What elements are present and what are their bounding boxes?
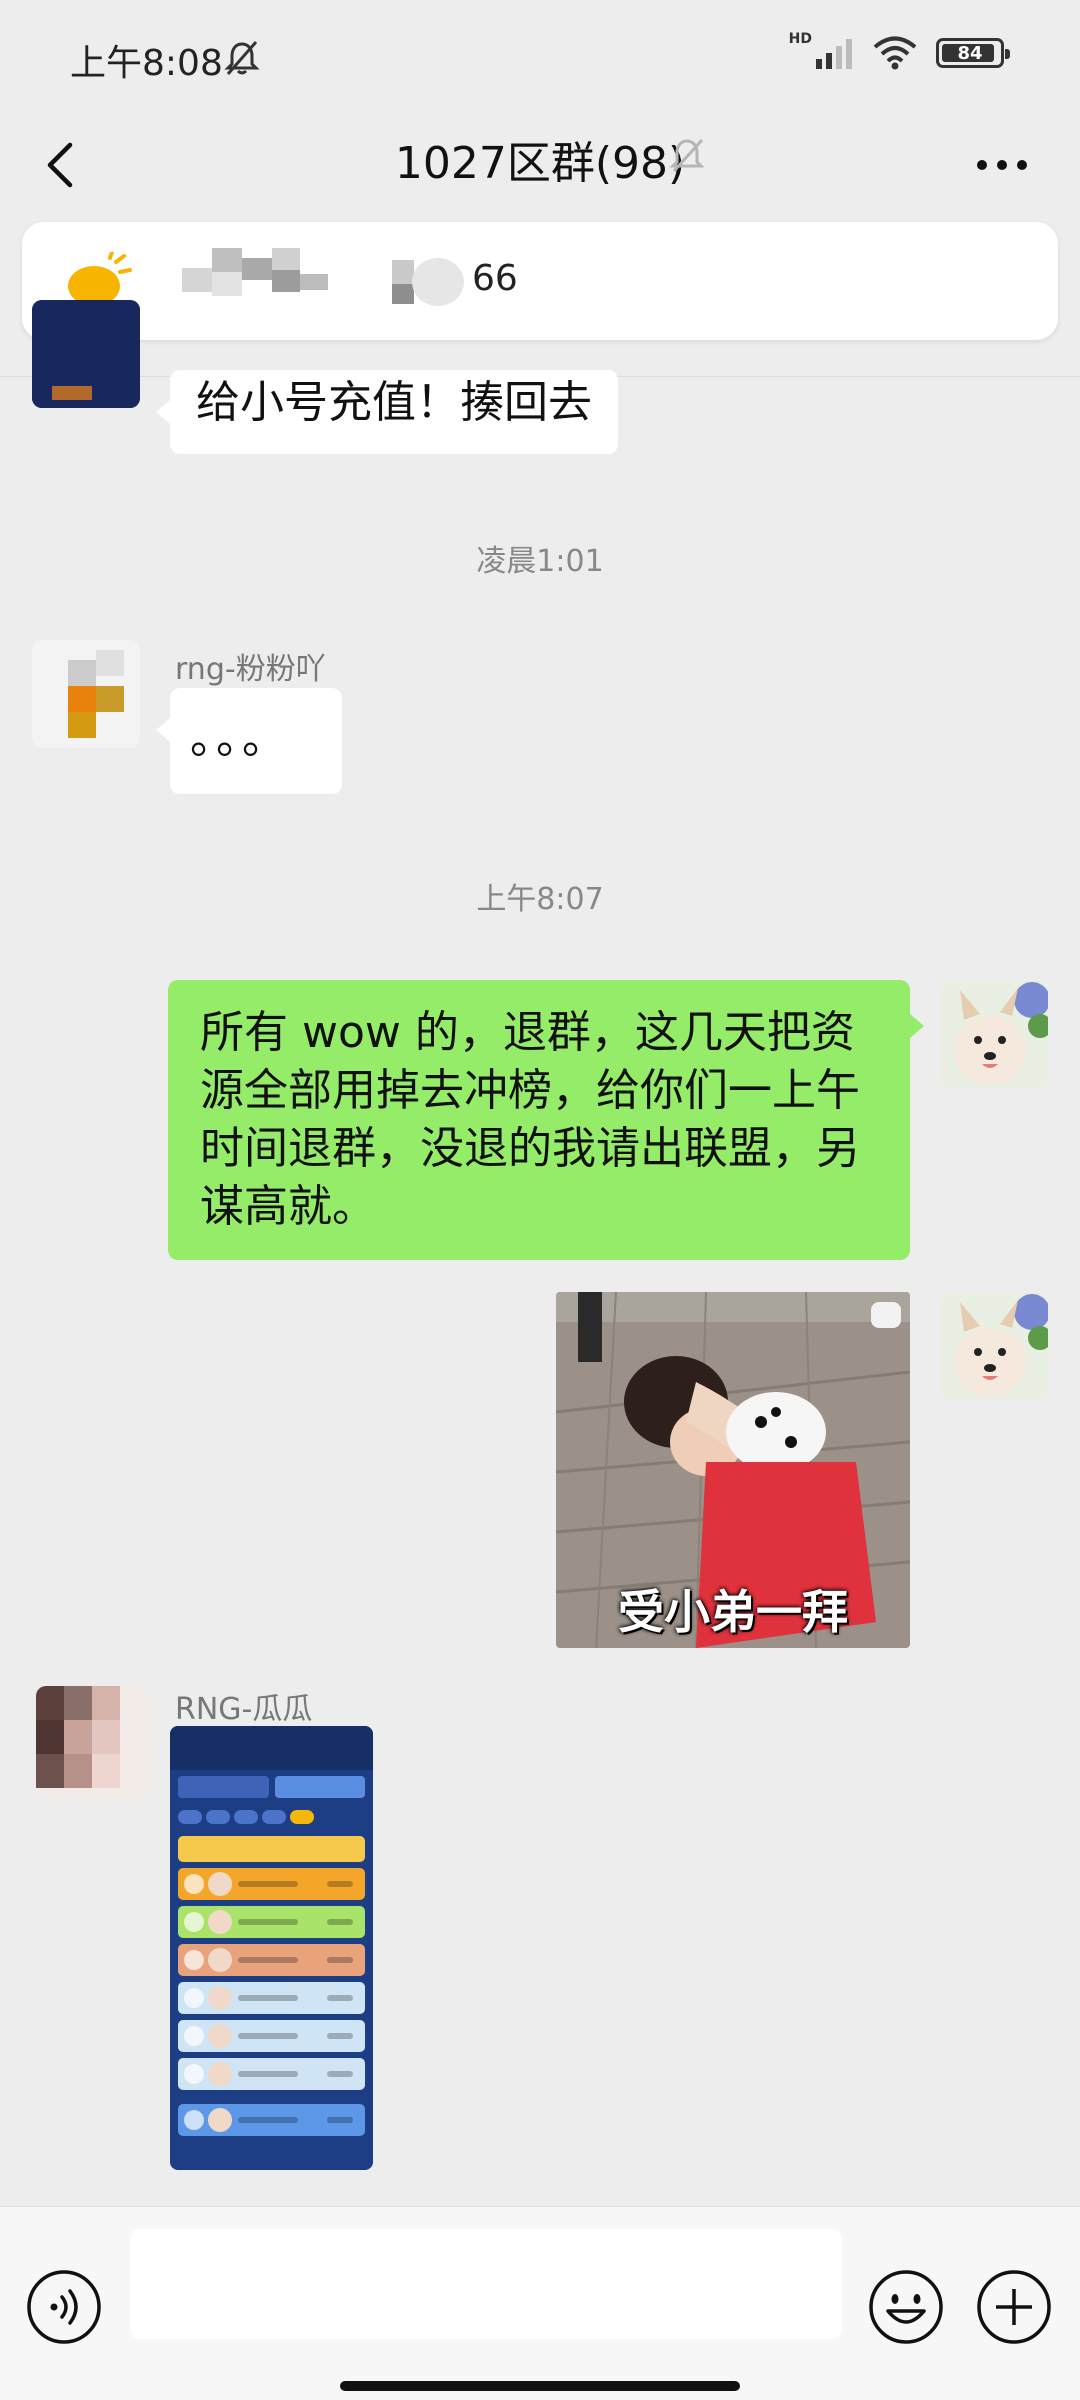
mute-icon — [669, 138, 705, 173]
screenshot-tab — [178, 1776, 269, 1798]
screenshot-row — [178, 1836, 365, 1862]
screenshot-row — [178, 1982, 365, 2014]
avatar-image — [940, 1292, 1048, 1400]
blurred-avatar — [392, 258, 464, 306]
battery-icon: 84 — [936, 38, 1010, 68]
message-bubble[interactable]: 给小号充值！揍回去 — [156, 370, 618, 454]
message-bubble[interactable]: 。。。 — [156, 688, 342, 794]
input-bar — [0, 2206, 1080, 2400]
title-wrap: 1027区群(98) — [0, 127, 1080, 191]
sticker-image[interactable]: 受小弟一拜 — [556, 1292, 910, 1648]
status-bar: 上午8:08 HD 84 — [0, 0, 1080, 115]
bell-off-icon — [224, 41, 260, 75]
screenshot-header — [170, 1726, 373, 1770]
screenshot-row — [178, 1906, 365, 1938]
status-time: 上午8:08 — [70, 43, 223, 84]
avatar[interactable] — [32, 300, 140, 408]
sticker-caption: 受小弟一拜 — [618, 1585, 848, 1639]
screenshot-row — [178, 2104, 365, 2136]
screenshot-chip — [234, 1810, 258, 1824]
battery-text: 84 — [957, 42, 983, 64]
screenshot-chip — [290, 1810, 314, 1824]
avatar-image — [36, 1686, 148, 1798]
screenshot-row — [178, 1944, 365, 1976]
network-label: HD — [788, 31, 812, 47]
wifi-icon — [873, 36, 917, 70]
sender-name: rng-粉粉吖 — [175, 652, 326, 687]
self-avatar[interactable] — [940, 980, 1048, 1088]
pinned-banner[interactable]: 66 — [22, 222, 1058, 340]
chat-title: 1027区群(98) — [394, 138, 686, 189]
screenshot-row — [178, 1868, 365, 1900]
message-input[interactable] — [130, 2229, 842, 2339]
plus-icon[interactable] — [976, 2269, 1052, 2345]
screenshot-image[interactable] — [170, 1726, 373, 2170]
sender-name: RNG-瓜瓜 — [175, 1692, 313, 1727]
avatar-image — [32, 300, 140, 408]
avatar[interactable] — [32, 640, 140, 748]
emoji-icon[interactable] — [868, 2269, 944, 2345]
voice-icon[interactable] — [26, 2269, 102, 2345]
title-bar: 1027区群(98) — [0, 115, 1080, 215]
status-icons: HD 84 — [789, 31, 1010, 70]
signal-icon — [816, 39, 852, 69]
message-text: 给小号充值！揍回去 — [196, 377, 592, 428]
more-icon[interactable] — [972, 145, 1032, 185]
message-text: 。。。 — [190, 713, 290, 764]
home-indicator[interactable] — [340, 2381, 740, 2391]
message-bubble-self[interactable]: 所有 wow 的，退群，这几天把资源全部用掉去冲榜，给你们一上午时间退群，没退的… — [168, 980, 924, 1260]
screenshot-chip — [206, 1810, 230, 1824]
avatar[interactable] — [36, 1686, 148, 1798]
self-avatar[interactable] — [940, 1292, 1048, 1400]
blurred-name — [182, 248, 328, 296]
avatar-image — [32, 640, 140, 748]
screenshot-row — [178, 2058, 365, 2090]
screenshot-row — [178, 2020, 365, 2052]
screenshot-tabs — [170, 1770, 373, 1804]
timestamp: 上午8:07 — [476, 882, 604, 917]
timestamp: 凌晨1:01 — [476, 544, 604, 579]
screenshot-chips — [170, 1804, 373, 1830]
message-text: 所有 wow 的，退群，这几天把资源全部用掉去冲榜，给你们一上午时间退群，没退的… — [200, 1007, 860, 1232]
screenshot-tab — [274, 1776, 365, 1798]
screenshot-chip — [262, 1810, 286, 1824]
screenshot-chip — [178, 1810, 202, 1824]
pinned-text: 66 — [472, 258, 518, 299]
avatar-image — [940, 980, 1048, 1088]
